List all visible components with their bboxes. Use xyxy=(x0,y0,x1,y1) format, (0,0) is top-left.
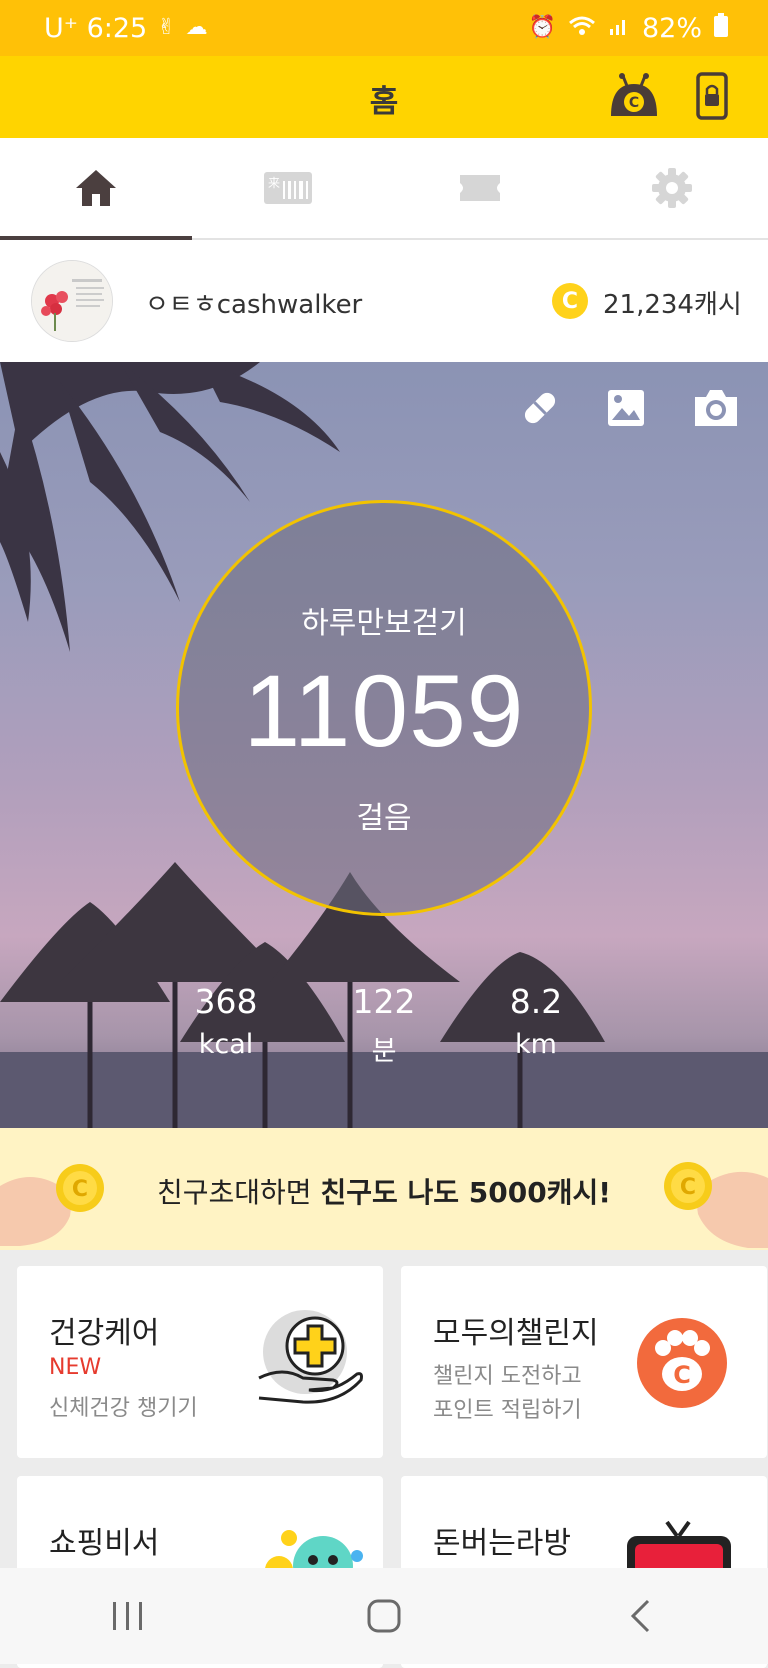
invite-banner[interactable]: C C 친구초대하면 친구도 나도 5000캐시! xyxy=(0,1128,768,1250)
battery-text: 82% xyxy=(641,12,702,44)
tab-ticket[interactable] xyxy=(384,138,576,238)
status-bar: U⁺ 6:25 ✌ ☁ ⏰ 82% xyxy=(0,0,768,56)
pill-icon xyxy=(524,392,556,424)
avatar[interactable] xyxy=(31,260,113,342)
cash-coin-icon: C xyxy=(552,283,588,319)
health-care-icon xyxy=(258,1310,363,1404)
alarm-icon: ⏰ xyxy=(528,15,556,40)
system-nav-bar xyxy=(0,1568,768,1664)
pill-button[interactable] xyxy=(512,380,568,436)
card-title: 쇼핑비서 xyxy=(49,1526,160,1561)
back-chevron-icon xyxy=(630,1599,650,1633)
card-health-care[interactable]: 건강케어 NEW 신체건강 챙기기 xyxy=(17,1266,383,1458)
home-button[interactable] xyxy=(324,1586,444,1646)
banner-text: 친구초대하면 친구도 나도 5000캐시! xyxy=(0,1171,768,1211)
profile-row[interactable]: ㅇㅌㅎcashwalker C 21,234캐시 xyxy=(0,240,768,362)
paw-icon: C xyxy=(637,1318,727,1408)
new-badge: NEW xyxy=(49,1355,102,1380)
tab-home[interactable] xyxy=(0,138,192,240)
barcode-icon: 来 xyxy=(264,172,312,204)
card-title: 건강케어 xyxy=(49,1316,160,1351)
card-challenge[interactable]: 모두의챌린지 챌린지 도전하고 포인트 적립하기 C xyxy=(401,1266,767,1458)
username: ㅇㅌㅎcashwalker xyxy=(145,290,363,320)
calories-value: 368 xyxy=(194,982,258,1021)
step-counter-circle[interactable]: 하루만보걷기 11059 걸음 xyxy=(176,500,592,916)
camera-icon xyxy=(695,390,737,426)
step-label: 하루만보걷기 xyxy=(301,606,467,641)
app-bar: 홈 C xyxy=(0,56,768,138)
card-subtitle-1: 챌린지 도전하고 xyxy=(433,1364,582,1389)
distance-value: 8.2 xyxy=(509,982,563,1021)
wifi-icon xyxy=(568,13,596,44)
card-subtitle: 신체건강 챙기기 xyxy=(49,1396,198,1421)
battery-icon xyxy=(714,12,728,44)
card-subtitle-2: 포인트 적립하기 xyxy=(433,1398,582,1423)
gear-icon xyxy=(652,168,692,208)
image-icon xyxy=(608,390,644,426)
ticket-icon xyxy=(460,175,500,201)
recent-apps-button[interactable] xyxy=(68,1586,188,1646)
gallery-button[interactable] xyxy=(598,380,654,436)
home-rounded-square-icon xyxy=(367,1599,401,1633)
cashwalker-mascot-button[interactable]: C xyxy=(604,68,664,124)
back-button[interactable] xyxy=(580,1586,700,1646)
minutes-unit: 분 xyxy=(371,1036,397,1067)
tab-settings[interactable] xyxy=(576,138,768,238)
svg-text:来: 来 xyxy=(268,176,280,190)
svg-text:C: C xyxy=(629,95,639,111)
step-count: 11059 xyxy=(243,654,525,768)
tab-bar: 来 xyxy=(0,138,768,240)
phone-lock-icon xyxy=(696,72,728,120)
stat-calories: 368 kcal xyxy=(161,982,291,1060)
tab-barcode[interactable]: 来 xyxy=(192,138,384,238)
home-icon xyxy=(76,170,116,206)
card-title: 모두의챌린지 xyxy=(433,1316,599,1351)
camera-button[interactable] xyxy=(688,380,744,436)
recent-apps-icon xyxy=(113,1602,142,1630)
distance-unit: km xyxy=(515,1029,557,1060)
svg-text:C: C xyxy=(673,1361,691,1389)
weather-icon: ☁ xyxy=(185,15,208,40)
lock-screen-button[interactable] xyxy=(688,66,736,126)
banner-text-bold: 친구도 나도 5000캐시! xyxy=(320,1176,611,1209)
banner-text-plain: 친구초대하면 xyxy=(157,1176,321,1209)
stat-distance: 8.2 km xyxy=(471,982,601,1060)
signal-icon xyxy=(608,13,630,44)
cash-balance[interactable]: 21,234캐시 xyxy=(603,284,742,321)
minutes-value: 122 xyxy=(352,982,416,1021)
notification-icon: ✌ xyxy=(157,15,176,40)
step-unit: 걸음 xyxy=(356,801,412,836)
carrier-time: U⁺ 6:25 xyxy=(44,12,148,44)
card-title: 돈버는라방 xyxy=(433,1526,571,1561)
stat-minutes: 122 분 xyxy=(319,982,449,1068)
calories-unit: kcal xyxy=(198,1029,254,1060)
mascot-icon: C xyxy=(611,73,657,116)
step-hero: 하루만보걷기 11059 걸음 368 kcal 122 분 8.2 km xyxy=(0,362,768,1128)
